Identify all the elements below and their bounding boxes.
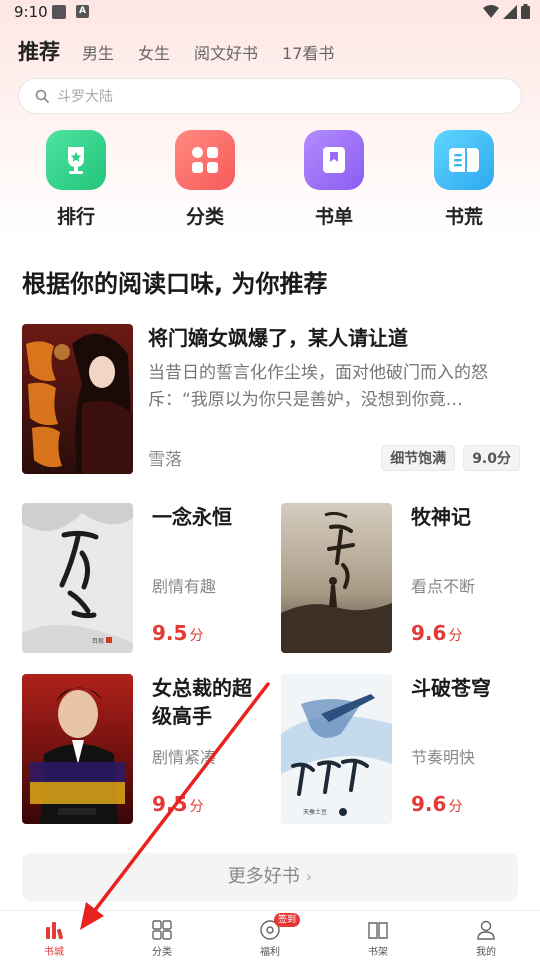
shortcut-ranking[interactable]: 排行 [36, 130, 116, 229]
app-notification-icon: A [76, 5, 89, 18]
tab-recommend[interactable]: 推荐 [18, 36, 60, 66]
shortcut-ranking-label: 排行 [56, 206, 95, 228]
chevron-right-icon: › [305, 867, 313, 886]
notification-icon [52, 5, 66, 19]
book-title: 女总裁的超级高手 [152, 676, 252, 728]
nav-welfare-label: 福利 [260, 947, 280, 958]
bottom-nav: 书城 分类 签到 福利 书架 我的 [0, 910, 540, 960]
book-cover[interactable] [22, 674, 133, 824]
tag-label: 细节饱满 [381, 445, 456, 471]
svg-text:天蚕土豆: 天蚕土豆 [303, 808, 327, 816]
status-time: 9:10 [14, 3, 48, 21]
book-score: 9.6 分 [411, 792, 462, 816]
book-open-icon [434, 130, 494, 190]
checkin-badge: 签到 [274, 913, 300, 927]
book-card-doupo[interactable]: 天蚕土豆 斗破苍穹 节奏明快 9.6 分 [281, 674, 521, 826]
nav-bookstore-label: 书城 [44, 947, 64, 958]
book-tagline: 节奏明快 [411, 748, 476, 767]
featured-book-cover[interactable] [22, 324, 133, 474]
book-score: 9.6 分 [411, 621, 462, 645]
book-card-nvzongcai[interactable]: 女总裁的超级高手 剧情紧凑 9.5 分 [22, 674, 262, 826]
nav-welfare[interactable]: 签到 福利 [240, 913, 300, 958]
book-score-unit: 分 [448, 628, 463, 644]
book-card-mushen[interactable]: 牧神记 看点不断 9.6 分 [281, 503, 521, 655]
booklist-icon [304, 130, 364, 190]
tag-score: 9.0分 [463, 445, 520, 471]
book-score-unit: 分 [448, 799, 463, 815]
search-icon [35, 89, 49, 103]
nav-bookshelf[interactable]: 书架 [348, 919, 408, 958]
featured-book-tags: 细节饱满 9.0分 [381, 445, 520, 471]
channel-tabs: 推荐 男生 女生 阅文好书 17看书 [18, 36, 358, 66]
shortcut-booklist-label: 书单 [314, 206, 353, 228]
book-tagline: 剧情紧凑 [152, 748, 217, 767]
bookstore-icon [46, 922, 64, 940]
shortcut-booklack[interactable]: 书荒 [424, 130, 504, 229]
tab-female[interactable]: 女生 [138, 40, 170, 64]
book-cover[interactable]: 耳根 [22, 503, 133, 653]
tab-yuewen[interactable]: 阅文好书 [194, 40, 258, 64]
book-score-value: 9.6 [411, 621, 447, 645]
nav-bookstore[interactable]: 书城 [24, 919, 84, 958]
nav-profile-label: 我的 [476, 947, 496, 958]
recommend-section-title: 根据你的阅读口味, 为你推荐 [22, 270, 328, 298]
grid-icon [152, 920, 172, 940]
featured-book-title: 将门嫡女飒爆了，某人请让道 [148, 326, 408, 350]
shortcut-booklack-label: 书荒 [444, 206, 483, 228]
book-tagline: 看点不断 [411, 577, 476, 596]
nav-bookshelf-label: 书架 [368, 947, 388, 958]
book-score-unit: 分 [189, 799, 204, 815]
tab-male[interactable]: 男生 [82, 40, 114, 64]
wifi-icon [483, 4, 499, 18]
signal-icon [503, 4, 517, 19]
book-card-yinian[interactable]: 耳根 一念永恒 剧情有趣 9.5 分 [22, 503, 262, 655]
battery-icon [521, 4, 530, 19]
book-tagline: 剧情有趣 [152, 577, 217, 596]
book-cover[interactable] [281, 503, 392, 653]
nav-category[interactable]: 分类 [132, 919, 192, 958]
book-score: 9.5 分 [152, 792, 203, 816]
svg-text:耳根: 耳根 [92, 637, 104, 645]
book-title: 牧神记 [411, 505, 471, 529]
tab-17kan[interactable]: 17看书 [282, 40, 334, 64]
nav-category-label: 分类 [152, 947, 172, 958]
book-cover[interactable]: 天蚕土豆 [281, 674, 392, 824]
book-icon [368, 922, 388, 939]
book-score-value: 9.5 [152, 621, 188, 645]
category-shortcuts: 排行 分类 书单 书荒 [0, 130, 540, 230]
status-icons [483, 4, 530, 19]
more-books-label: 更多好书 [227, 866, 300, 887]
featured-book-description: 当昔日的誓言化作尘埃，面对他破门而入的怒斥：“我原以为你只是善妒，没想到你竟… [148, 363, 488, 410]
book-score-value: 9.5 [152, 792, 188, 816]
featured-book-author: 雪落 [148, 450, 182, 470]
shortcut-category[interactable]: 分类 [165, 130, 245, 229]
book-title: 斗破苍穹 [411, 676, 491, 700]
shortcut-booklist[interactable]: 书单 [294, 130, 374, 229]
nav-profile[interactable]: 我的 [456, 919, 516, 958]
book-score-unit: 分 [189, 628, 204, 644]
book-score-value: 9.6 [411, 792, 447, 816]
search-placeholder: 斗罗大陆 [57, 89, 113, 105]
book-title: 一念永恒 [152, 505, 232, 529]
book-score: 9.5 分 [152, 621, 203, 645]
more-books-button[interactable]: 更多好书 › [22, 853, 518, 901]
status-bar: 9:10 A [0, 0, 540, 26]
shortcut-category-label: 分类 [185, 206, 224, 228]
trophy-icon [46, 130, 106, 190]
featured-book[interactable]: 将门嫡女飒爆了，某人请让道 当昔日的誓言化作尘埃，面对他破门而入的怒斥：“我原以… [22, 322, 520, 474]
search-input[interactable]: 斗罗大陆 [18, 78, 522, 114]
grid-icon [175, 130, 235, 190]
user-icon [477, 920, 495, 940]
